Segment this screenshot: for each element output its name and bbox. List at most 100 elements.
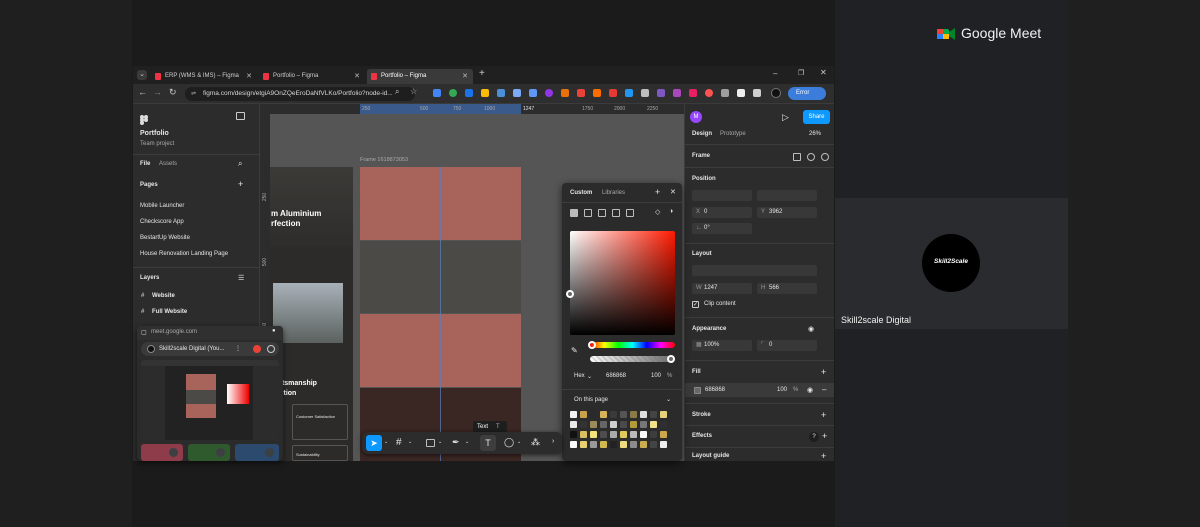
swatch-source-select[interactable]: On this page bbox=[574, 397, 608, 403]
extension-icon[interactable] bbox=[561, 89, 569, 97]
height-field[interactable]: H 566 bbox=[757, 283, 817, 294]
extension-icon[interactable] bbox=[657, 89, 665, 97]
color-swatch[interactable] bbox=[630, 431, 637, 438]
extension-icon[interactable] bbox=[497, 89, 505, 97]
zoom-level[interactable]: 26% bbox=[809, 131, 821, 137]
tab-assets[interactable]: Assets bbox=[159, 161, 177, 167]
extension-icon[interactable] bbox=[609, 89, 617, 97]
frame-label[interactable]: Frame 1618873053 bbox=[360, 157, 408, 163]
color-swatch[interactable] bbox=[630, 421, 637, 428]
chevron-down-icon[interactable]: ⌄ bbox=[408, 439, 412, 445]
width-field[interactable]: W 1247 bbox=[692, 283, 752, 294]
pip-tile[interactable] bbox=[188, 444, 230, 461]
tab-file[interactable]: File bbox=[140, 161, 150, 167]
linear-gradient-icon[interactable] bbox=[584, 209, 592, 217]
chevron-down-icon[interactable]: ⌄ bbox=[587, 373, 592, 380]
color-handle[interactable] bbox=[566, 290, 574, 298]
text-tool-icon[interactable]: T bbox=[480, 435, 496, 451]
present-play-icon[interactable]: ▷ bbox=[782, 112, 789, 123]
color-swatch[interactable] bbox=[660, 441, 667, 448]
close-tab-icon[interactable]: ✕ bbox=[462, 69, 468, 84]
angular-gradient-icon[interactable] bbox=[612, 209, 620, 217]
extension-icon[interactable] bbox=[433, 89, 441, 97]
more-options-icon[interactable]: ⋮ bbox=[235, 345, 241, 352]
pip-mic-icon[interactable]: ● bbox=[272, 328, 276, 334]
color-swatch[interactable] bbox=[610, 441, 617, 448]
tab-prototype[interactable]: Prototype bbox=[720, 131, 746, 137]
clip-content-checkbox[interactable]: ✓ bbox=[692, 301, 699, 308]
record-icon[interactable] bbox=[253, 345, 261, 353]
help-button[interactable]: ? bbox=[809, 432, 819, 442]
close-picker-icon[interactable]: ✕ bbox=[670, 188, 676, 196]
extension-icon[interactable] bbox=[721, 89, 729, 97]
search-icon[interactable]: ⌕ bbox=[238, 159, 242, 169]
tab-erp[interactable]: ERP (WMS & IMS) – Figma ✕ bbox=[151, 69, 257, 84]
fill-row[interactable]: 686868 100 % ◉ – bbox=[685, 383, 834, 397]
extension-icon[interactable] bbox=[449, 89, 457, 97]
image-fill-icon[interactable] bbox=[626, 209, 634, 217]
extension-icon[interactable] bbox=[737, 89, 745, 97]
page-item[interactable]: House Renovation Landing Page bbox=[140, 251, 228, 257]
color-format-select[interactable]: Hex bbox=[574, 373, 585, 379]
color-swatch[interactable] bbox=[620, 441, 627, 448]
participant-tile[interactable]: Skill2Scale Skill2scale Digital bbox=[835, 198, 1068, 329]
color-swatch[interactable] bbox=[600, 411, 607, 418]
color-space-icon[interactable]: ◑ bbox=[669, 208, 673, 215]
color-swatch[interactable] bbox=[590, 441, 597, 448]
extension-icon[interactable] bbox=[593, 89, 601, 97]
color-swatch[interactable] bbox=[650, 431, 657, 438]
wifi-icon[interactable] bbox=[641, 89, 649, 97]
extension-icon[interactable] bbox=[545, 89, 553, 97]
opacity-slider[interactable] bbox=[590, 356, 675, 362]
opacity-handle[interactable] bbox=[667, 355, 675, 363]
extension-icon[interactable] bbox=[705, 89, 713, 97]
add-effect-icon[interactable]: + bbox=[822, 431, 827, 441]
clip-content-label[interactable]: Clip content bbox=[704, 301, 736, 307]
frame-type-label[interactable]: Frame bbox=[692, 153, 710, 159]
color-swatch[interactable] bbox=[590, 431, 597, 438]
blend-mode-icon[interactable]: ◇ bbox=[655, 208, 660, 216]
auto-layout-options[interactable] bbox=[692, 265, 817, 276]
extension-icon[interactable] bbox=[625, 89, 633, 97]
toggle-sidebar-icon[interactable] bbox=[236, 112, 245, 120]
add-layout-guide-icon[interactable]: + bbox=[821, 451, 826, 461]
dev-mode-toggle-icon[interactable]: › bbox=[552, 438, 554, 445]
page-item[interactable]: Checkscore App bbox=[140, 219, 184, 225]
color-swatch[interactable] bbox=[570, 411, 577, 418]
tab-search-chevron-icon[interactable]: ⌄ bbox=[137, 70, 147, 80]
figma-menu-icon[interactable] bbox=[140, 112, 148, 125]
color-swatch[interactable] bbox=[630, 411, 637, 418]
color-swatch[interactable] bbox=[590, 421, 597, 428]
chevron-down-icon[interactable]: ⌄ bbox=[517, 439, 521, 445]
restore-icon[interactable]: ❐ bbox=[798, 69, 804, 77]
page-item[interactable]: BestartUp Website bbox=[140, 235, 190, 241]
opacity-input[interactable]: 100 bbox=[651, 373, 661, 379]
color-swatch[interactable] bbox=[570, 441, 577, 448]
tab-custom[interactable]: Custom bbox=[570, 190, 592, 196]
fill-color-swatch[interactable] bbox=[694, 387, 701, 394]
user-avatar[interactable]: M bbox=[690, 111, 702, 123]
page-item[interactable]: Mobile Launcher bbox=[140, 203, 184, 209]
team-label[interactable]: Team project bbox=[140, 141, 174, 147]
url-field[interactable]: ⇌ figma.com/design/etgiA9OnZQeEroDaNfVLK… bbox=[185, 87, 415, 101]
add-style-icon[interactable]: + bbox=[655, 187, 660, 197]
move-tool-icon[interactable]: ➤ bbox=[366, 435, 382, 451]
extension-icon[interactable] bbox=[513, 89, 521, 97]
color-swatch[interactable] bbox=[650, 411, 657, 418]
pip-tile[interactable] bbox=[235, 444, 279, 461]
chevron-down-icon[interactable]: ⌄ bbox=[438, 439, 442, 445]
close-window-icon[interactable]: ✕ bbox=[820, 68, 827, 77]
add-page-icon[interactable]: + bbox=[238, 179, 243, 189]
chevron-down-icon[interactable]: ⌄ bbox=[465, 439, 469, 445]
hue-slider[interactable] bbox=[590, 342, 675, 348]
grid-icon[interactable] bbox=[793, 153, 801, 161]
color-swatch[interactable] bbox=[640, 431, 647, 438]
align-vertical-group[interactable] bbox=[757, 190, 817, 201]
color-swatch[interactable] bbox=[660, 411, 667, 418]
component-icon[interactable] bbox=[807, 153, 815, 161]
close-tab-icon[interactable]: ✕ bbox=[246, 69, 252, 84]
extension-icon[interactable] bbox=[689, 89, 697, 97]
extension-icon[interactable] bbox=[481, 89, 489, 97]
extension-icon[interactable] bbox=[529, 89, 537, 97]
error-button[interactable]: Error bbox=[788, 87, 826, 100]
